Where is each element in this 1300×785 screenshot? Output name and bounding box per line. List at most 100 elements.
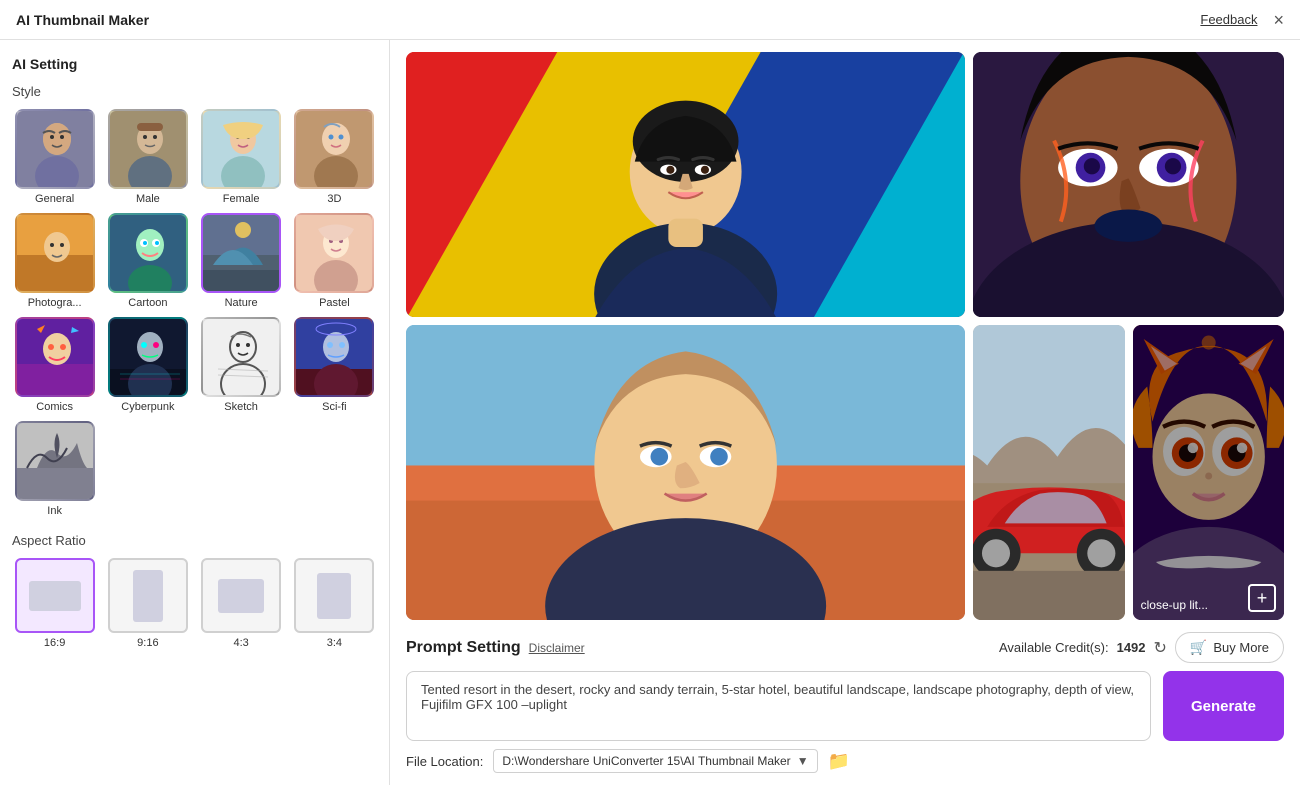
- aspect-ratio-title: Aspect Ratio: [12, 533, 377, 548]
- style-item-female[interactable]: Female: [199, 109, 284, 205]
- aspect-inner-16-9: [29, 581, 81, 611]
- style-label-male: Male: [136, 193, 160, 205]
- file-location-select[interactable]: D:\Wondershare UniConverter 15\AI Thumbn…: [493, 749, 817, 773]
- image-add-icon[interactable]: +: [1248, 584, 1276, 612]
- image-main: [406, 52, 965, 317]
- aspect-box-3-4: [294, 558, 374, 633]
- style-thumb-sketch: [201, 317, 281, 397]
- image-bottom-left: [406, 325, 965, 620]
- style-thumb-ink: [15, 421, 95, 501]
- style-thumb-cyberpunk: [108, 317, 188, 397]
- style-thumb-photog: [15, 213, 95, 293]
- aspect-box-9-16: [108, 558, 188, 633]
- style-label-general: General: [35, 193, 74, 205]
- style-label-female: Female: [223, 193, 260, 205]
- image-car: [973, 325, 1124, 620]
- folder-icon[interactable]: 📁: [828, 751, 850, 772]
- app-title: AI Thumbnail Maker: [16, 12, 149, 28]
- style-label-cartoon: Cartoon: [128, 297, 167, 309]
- buy-more-icon: 🛒: [1190, 639, 1207, 656]
- prompt-title-group: Prompt Setting Disclaimer: [406, 639, 585, 657]
- style-label-pastel: Pastel: [319, 297, 350, 309]
- aspect-ratio-grid: 16:9 9:16 4:3 3:4: [12, 558, 377, 649]
- aspect-item-3-4[interactable]: 3:4: [292, 558, 377, 649]
- prompt-title: Prompt Setting: [406, 639, 521, 657]
- aspect-label-3-4: 3:4: [327, 637, 342, 649]
- aspect-label-4-3: 4:3: [233, 637, 248, 649]
- style-title: Style: [12, 84, 377, 99]
- credits-count: 1492: [1117, 640, 1146, 655]
- style-label-cyberpunk: Cyberpunk: [121, 401, 174, 413]
- close-button[interactable]: ×: [1273, 11, 1284, 29]
- file-location-dropdown-icon: ▼: [797, 754, 809, 768]
- style-thumb-nature: [201, 213, 281, 293]
- style-thumb-male: [108, 109, 188, 189]
- aspect-box-4-3: [201, 558, 281, 633]
- style-item-photog[interactable]: Photogra...: [12, 213, 97, 309]
- image-anime[interactable]: close-up lit... +: [1133, 325, 1284, 620]
- style-label-ink: Ink: [47, 505, 62, 517]
- credits-label: Available Credit(s):: [999, 640, 1109, 655]
- sidebar: AI Setting Style: [0, 40, 390, 785]
- title-bar-actions: Feedback ×: [1200, 11, 1284, 29]
- image-col-left: [406, 52, 965, 620]
- title-bar: AI Thumbnail Maker Feedback ×: [0, 0, 1300, 40]
- aspect-item-4-3[interactable]: 4:3: [199, 558, 284, 649]
- credits-area: Available Credit(s): 1492 ↻ 🛒 Buy More: [999, 632, 1284, 663]
- style-label-photog: Photogra...: [28, 297, 82, 309]
- aspect-box-16-9: [15, 558, 95, 633]
- aspect-inner-9-16: [133, 570, 163, 622]
- style-item-3d[interactable]: 3D: [292, 109, 377, 205]
- style-label-comics: Comics: [36, 401, 73, 413]
- style-label-sketch: Sketch: [224, 401, 258, 413]
- image-grid: close-up lit... +: [406, 52, 1284, 620]
- style-item-cyberpunk[interactable]: Cyberpunk: [105, 317, 190, 413]
- image-top-right: [973, 52, 1284, 317]
- aspect-item-9-16[interactable]: 9:16: [105, 558, 190, 649]
- style-item-scifi[interactable]: Sci-fi: [292, 317, 377, 413]
- ai-setting-title: AI Setting: [12, 56, 377, 72]
- style-item-male[interactable]: Male: [105, 109, 190, 205]
- style-grid: General Male: [12, 109, 377, 517]
- style-thumb-3d: [294, 109, 374, 189]
- prompt-row: Tented resort in the desert, rocky and s…: [406, 671, 1284, 741]
- style-thumb-female: [201, 109, 281, 189]
- aspect-inner-3-4: [317, 573, 351, 619]
- style-thumb-scifi: [294, 317, 374, 397]
- prompt-header: Prompt Setting Disclaimer Available Cred…: [406, 632, 1284, 663]
- buy-more-label: Buy More: [1213, 640, 1269, 655]
- file-location-label: File Location:: [406, 754, 483, 769]
- style-thumb-cartoon: [108, 213, 188, 293]
- style-item-sketch[interactable]: Sketch: [199, 317, 284, 413]
- style-item-comics[interactable]: Comics: [12, 317, 97, 413]
- aspect-label-9-16: 9:16: [137, 637, 158, 649]
- refresh-icon[interactable]: ↻: [1154, 638, 1167, 658]
- style-item-cartoon[interactable]: Cartoon: [105, 213, 190, 309]
- image-bottom-right-row: close-up lit... +: [973, 325, 1284, 620]
- style-item-general[interactable]: General: [12, 109, 97, 205]
- style-item-pastel[interactable]: Pastel: [292, 213, 377, 309]
- content-area: close-up lit... + Prompt Setting Disclai…: [390, 40, 1300, 785]
- aspect-label-16-9: 16:9: [44, 637, 65, 649]
- file-location-path: D:\Wondershare UniConverter 15\AI Thumbn…: [502, 754, 790, 768]
- main-layout: AI Setting Style: [0, 40, 1300, 785]
- disclaimer-link[interactable]: Disclaimer: [529, 641, 585, 655]
- style-label-3d: 3D: [327, 193, 341, 205]
- style-thumb-comics: [15, 317, 95, 397]
- file-location-bar: File Location: D:\Wondershare UniConvert…: [406, 741, 1284, 773]
- prompt-area: Prompt Setting Disclaimer Available Cred…: [406, 632, 1284, 741]
- style-label-nature: Nature: [225, 297, 258, 309]
- style-thumb-pastel: [294, 213, 374, 293]
- style-item-ink[interactable]: Ink: [12, 421, 97, 517]
- style-label-scifi: Sci-fi: [322, 401, 346, 413]
- image-anime-overlay: close-up lit...: [1133, 325, 1284, 620]
- aspect-inner-4-3: [218, 579, 264, 613]
- generate-button[interactable]: Generate: [1163, 671, 1284, 741]
- style-item-nature[interactable]: Nature: [199, 213, 284, 309]
- style-thumb-general: [15, 109, 95, 189]
- buy-more-button[interactable]: 🛒 Buy More: [1175, 632, 1284, 663]
- aspect-item-16-9[interactable]: 16:9: [12, 558, 97, 649]
- feedback-link[interactable]: Feedback: [1200, 12, 1257, 27]
- image-anime-text: close-up lit...: [1141, 598, 1208, 612]
- prompt-input[interactable]: Tented resort in the desert, rocky and s…: [406, 671, 1151, 741]
